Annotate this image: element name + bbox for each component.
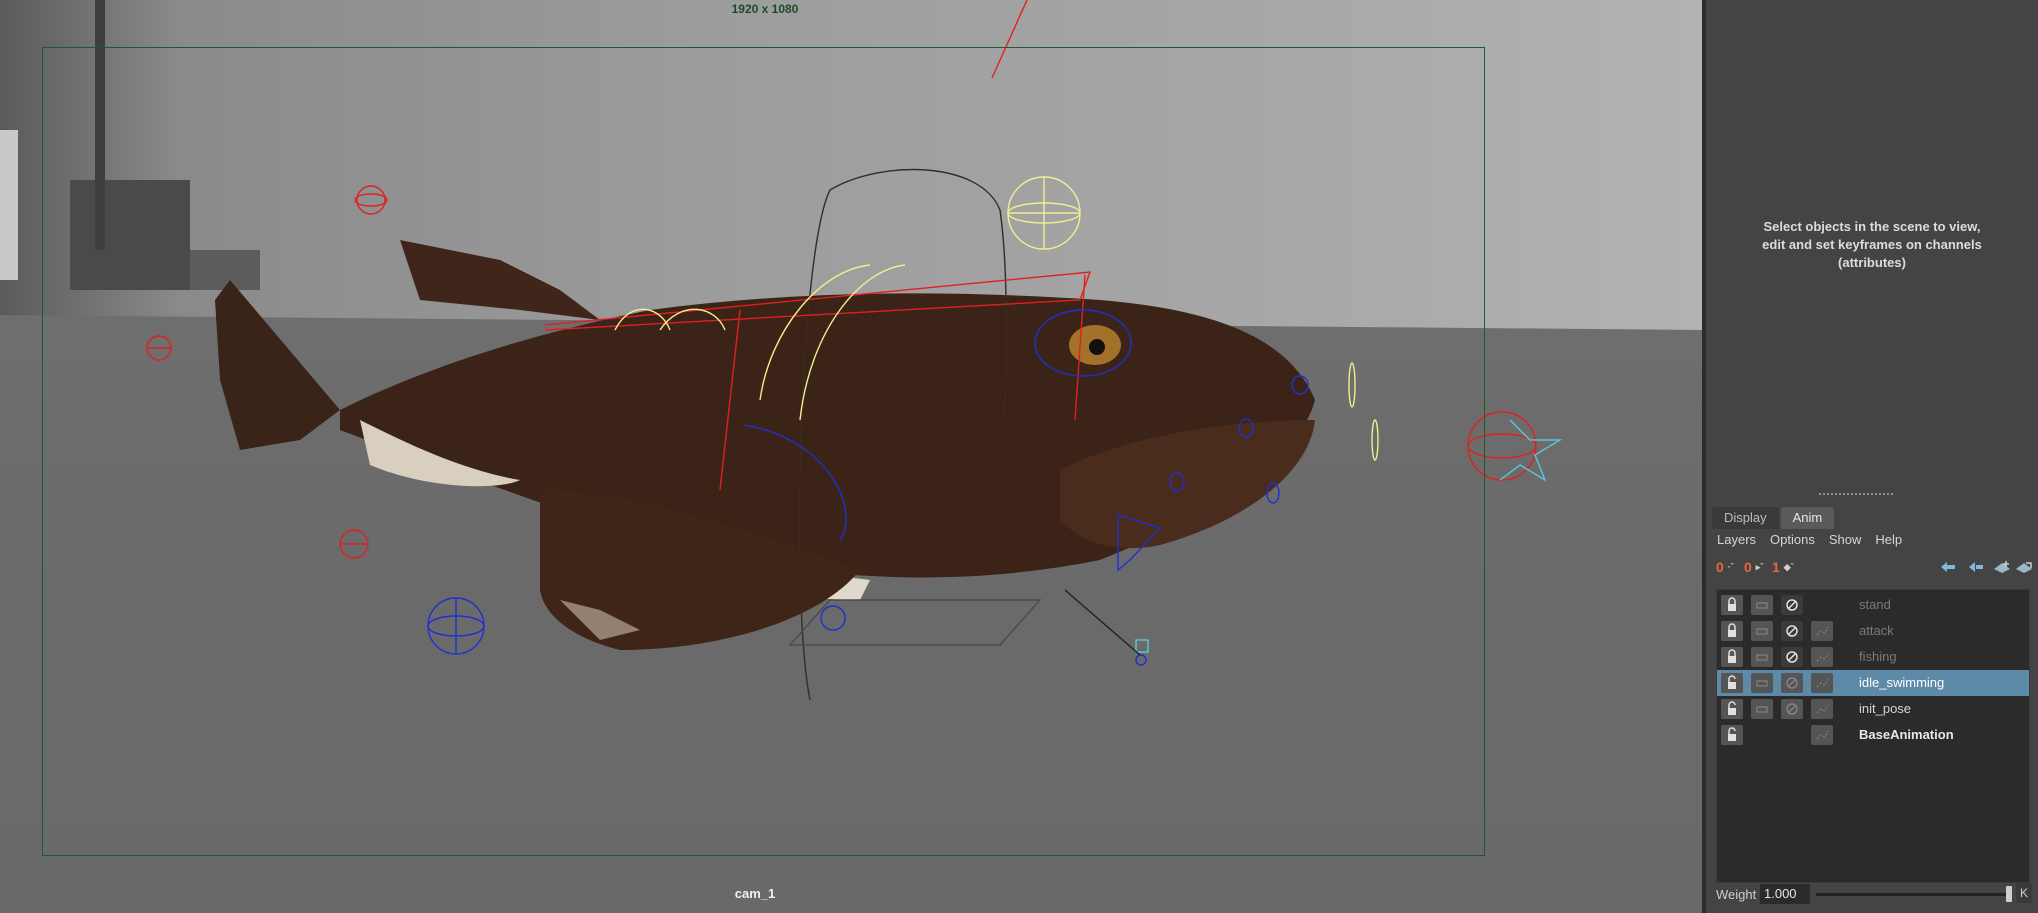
channel-box: Select objects in the scene to view, edi… xyxy=(1706,0,2038,495)
weight-slider[interactable] xyxy=(1816,893,2012,896)
ghost-icon[interactable] xyxy=(1811,621,1833,641)
camera-name-label: cam_1 xyxy=(734,886,776,901)
solo-icon[interactable] xyxy=(1751,673,1773,693)
panel-splitter[interactable] xyxy=(1706,492,2038,502)
window-light xyxy=(0,130,18,280)
layer-row-selected[interactable]: idle_swimming xyxy=(1717,670,2029,696)
weight-key-button[interactable]: K xyxy=(2016,883,2032,903)
solo-icon[interactable] xyxy=(1751,699,1773,719)
zero-weight-button[interactable]: 0 ▸ˇ xyxy=(1744,557,1763,577)
full-weight-label: 1 xyxy=(1772,559,1780,575)
layer-full-weight-icon: ◆ˇ xyxy=(1783,562,1794,572)
layer-row[interactable]: attack xyxy=(1717,618,2029,644)
layer-editor-menubar: Layers Options Show Help xyxy=(1710,529,2034,551)
zero-key-label: 0 xyxy=(1716,559,1724,575)
create-empty-layer-icon[interactable] xyxy=(1992,559,2012,575)
maya-window: 1920 x 1080 cam_1 Select objects in the … xyxy=(0,0,2038,913)
weight-bar: Weight 1.000 K xyxy=(1710,881,2034,907)
mute-icon[interactable] xyxy=(1781,621,1803,641)
menu-options[interactable]: Options xyxy=(1763,529,1822,551)
weight-slider-handle[interactable] xyxy=(2006,886,2012,902)
layer-editor: Display Anim Layers Options Show Help 0 … xyxy=(1710,505,2034,913)
menu-help[interactable]: Help xyxy=(1868,529,1909,551)
resolution-label: 1920 x 1080 xyxy=(731,2,799,16)
layer-name: init_pose xyxy=(1859,701,1912,716)
layer-name: idle_swimming xyxy=(1859,675,1945,690)
layer-row[interactable]: init_pose xyxy=(1717,696,2029,722)
layer-name: BaseAnimation xyxy=(1859,727,1954,742)
solo-icon[interactable] xyxy=(1751,647,1773,667)
ghost-icon[interactable] xyxy=(1811,647,1833,667)
unlock-icon[interactable] xyxy=(1721,673,1743,693)
full-weight-button[interactable]: 1 ◆ˇ xyxy=(1772,557,1794,577)
layer-row[interactable]: stand xyxy=(1717,592,2029,618)
zero-key-button[interactable]: 0 ·ˇ xyxy=(1716,557,1734,577)
tab-display[interactable]: Display xyxy=(1712,507,1779,529)
anim-layer-list: stand attack fishing idle_swimming init_… xyxy=(1716,589,2030,883)
tab-anim[interactable]: Anim xyxy=(1780,507,1835,529)
mute-icon[interactable] xyxy=(1781,699,1803,719)
layer-toolbar: 0 ·ˇ 0 ▸ˇ 1 ◆ˇ xyxy=(1710,555,2034,579)
weight-label: Weight xyxy=(1716,887,1757,902)
mute-icon[interactable] xyxy=(1781,595,1803,615)
mute-icon[interactable] xyxy=(1781,647,1803,667)
lock-icon[interactable] xyxy=(1721,621,1743,641)
create-layer-from-selected-icon[interactable] xyxy=(2014,559,2034,575)
menu-layers[interactable]: Layers xyxy=(1710,529,1763,551)
layer-zero-weight-icon: ▸ˇ xyxy=(1755,562,1764,572)
ghost-icon[interactable] xyxy=(1811,673,1833,693)
layer-name: attack xyxy=(1859,623,1894,638)
move-layer-up-icon[interactable] xyxy=(1938,559,1958,575)
move-layer-down-icon[interactable] xyxy=(1966,559,1986,575)
channel-box-hint: Select objects in the scene to view, edi… xyxy=(1762,219,1982,270)
solo-icon[interactable] xyxy=(1751,595,1773,615)
ghost-icon[interactable] xyxy=(1811,725,1833,745)
layer-row-base[interactable]: BaseAnimation xyxy=(1717,722,2029,748)
menu-show[interactable]: Show xyxy=(1822,529,1869,551)
layer-editor-tabs: Display Anim xyxy=(1712,507,1835,529)
3d-viewport[interactable]: 1920 x 1080 cam_1 xyxy=(0,0,1702,913)
solo-icon[interactable] xyxy=(1751,621,1773,641)
lock-icon[interactable] xyxy=(1721,647,1743,667)
zero-weight-label: 0 xyxy=(1744,559,1752,575)
layer-row[interactable]: fishing xyxy=(1717,644,2029,670)
mute-icon[interactable] xyxy=(1781,673,1803,693)
unlock-icon[interactable] xyxy=(1721,725,1743,745)
unlock-icon[interactable] xyxy=(1721,699,1743,719)
ghost-icon[interactable] xyxy=(1811,699,1833,719)
layer-name: stand xyxy=(1859,597,1891,612)
splitter-grip-icon xyxy=(1818,492,1894,496)
weight-field[interactable]: 1.000 xyxy=(1760,884,1810,904)
layer-zero-key-icon: ·ˇ xyxy=(1727,562,1734,572)
layer-name: fishing xyxy=(1859,649,1897,664)
resolution-gate xyxy=(42,47,1485,856)
lock-icon[interactable] xyxy=(1721,595,1743,615)
